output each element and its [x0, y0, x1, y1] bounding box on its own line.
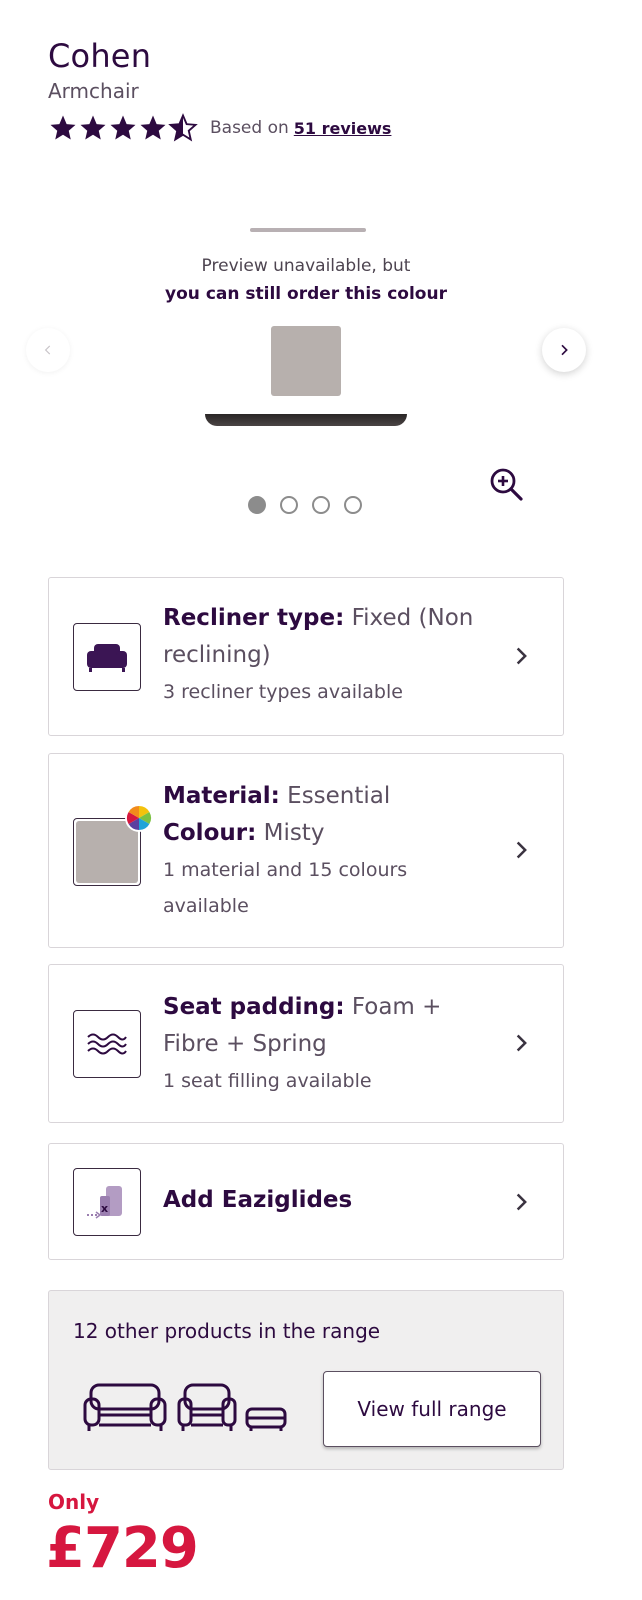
- sofa-icon: [83, 1383, 167, 1431]
- chevron-right-icon: [516, 1034, 527, 1052]
- recliner-type-option[interactable]: Recliner type: Fixed (Non reclining) 3 r…: [48, 577, 564, 736]
- preview-message-line1: Preview unavailable, but: [201, 256, 411, 276]
- material-colour-option[interactable]: Material: Essential Colour: Misty 1 mate…: [48, 753, 564, 948]
- range-furniture-icons: [83, 1383, 287, 1431]
- armchair-outline-icon: [177, 1383, 237, 1431]
- chevron-right-icon: [516, 841, 527, 859]
- star-full-icon: [80, 115, 106, 140]
- gallery-dot-3[interactable]: [312, 496, 330, 514]
- gallery-dot-2[interactable]: [280, 496, 298, 514]
- armchair-icon: [87, 644, 127, 672]
- range-section: 12 other products in the range View full…: [48, 1290, 564, 1470]
- product-base: [205, 414, 407, 426]
- gallery-dot-4[interactable]: [344, 496, 362, 514]
- star-rating: [48, 113, 198, 143]
- chevron-right-icon: [516, 647, 527, 665]
- rating-row: Based on 51 reviews: [48, 112, 588, 144]
- reviews-prefix: Based on: [210, 118, 289, 138]
- eaziglides-icon: x: [87, 1186, 122, 1219]
- star-full-icon: [140, 115, 166, 140]
- gallery-prev-button[interactable]: [26, 328, 70, 372]
- gallery-dot-1[interactable]: [248, 496, 266, 514]
- zoom-in-icon[interactable]: [488, 466, 524, 502]
- material-value: Essential: [287, 783, 391, 809]
- chevron-right-icon: [561, 344, 568, 356]
- colour-wheel-icon: [125, 804, 153, 832]
- preview-message-line2: you can still order this colour: [165, 284, 447, 304]
- product-gallery: Preview unavailable, but you can still o…: [0, 200, 642, 530]
- product-subtitle: Armchair: [48, 79, 139, 103]
- recliner-type-label: Recliner type:: [163, 605, 345, 631]
- gallery-pagination: [248, 496, 362, 514]
- product-title: Cohen: [48, 37, 152, 75]
- price-label: Only: [48, 1490, 100, 1514]
- product-header: Cohen Armchair Based on 51 reviews: [48, 36, 588, 144]
- material-colour-text: Material: Essential Colour: Misty 1 mate…: [163, 778, 503, 924]
- chevron-left-icon: [44, 345, 51, 355]
- star-half-icon: [168, 113, 198, 142]
- footstool-icon: [245, 1407, 287, 1431]
- eaziglides-icon-box: x: [73, 1168, 141, 1236]
- colour-label: Colour:: [163, 820, 257, 846]
- reviews-link[interactable]: 51 reviews: [294, 119, 392, 138]
- product-image-top-edge: [250, 228, 366, 232]
- seat-padding-option[interactable]: Seat padding: Foam + Fibre + Spring 1 se…: [48, 964, 564, 1123]
- svg-text:x: x: [101, 1202, 108, 1215]
- star-full-icon: [50, 115, 76, 140]
- price-amount: £729: [46, 1516, 199, 1581]
- eaziglides-label: Add Eaziglides: [163, 1187, 353, 1213]
- view-full-range-button[interactable]: View full range: [323, 1371, 541, 1447]
- eaziglides-text: Add Eaziglides: [163, 1182, 503, 1219]
- seat-padding-label: Seat padding:: [163, 994, 345, 1020]
- seat-padding-icon-box: [73, 1010, 141, 1078]
- range-count-text: 12 other products in the range: [73, 1319, 381, 1343]
- colour-value: Misty: [263, 820, 325, 846]
- seat-padding-sub: 1 seat filling available: [163, 1070, 372, 1092]
- material-colour-sub: 1 material and 15 colours available: [163, 859, 408, 917]
- recliner-type-text: Recliner type: Fixed (Non reclining) 3 r…: [163, 600, 503, 710]
- seat-padding-text: Seat padding: Foam + Fibre + Spring 1 se…: [163, 989, 503, 1099]
- colour-swatch-preview: [271, 326, 341, 396]
- chevron-right-icon: [516, 1193, 527, 1211]
- material-label: Material:: [163, 783, 280, 809]
- recliner-type-sub: 3 recliner types available: [163, 681, 403, 703]
- recliner-icon-box: [73, 623, 141, 691]
- eaziglides-option[interactable]: x Add Eaziglides: [48, 1143, 564, 1260]
- gallery-next-button[interactable]: [542, 328, 586, 372]
- seat-padding-icon: [87, 1033, 127, 1055]
- preview-message: Preview unavailable, but you can still o…: [0, 252, 612, 308]
- star-full-icon: [110, 115, 136, 140]
